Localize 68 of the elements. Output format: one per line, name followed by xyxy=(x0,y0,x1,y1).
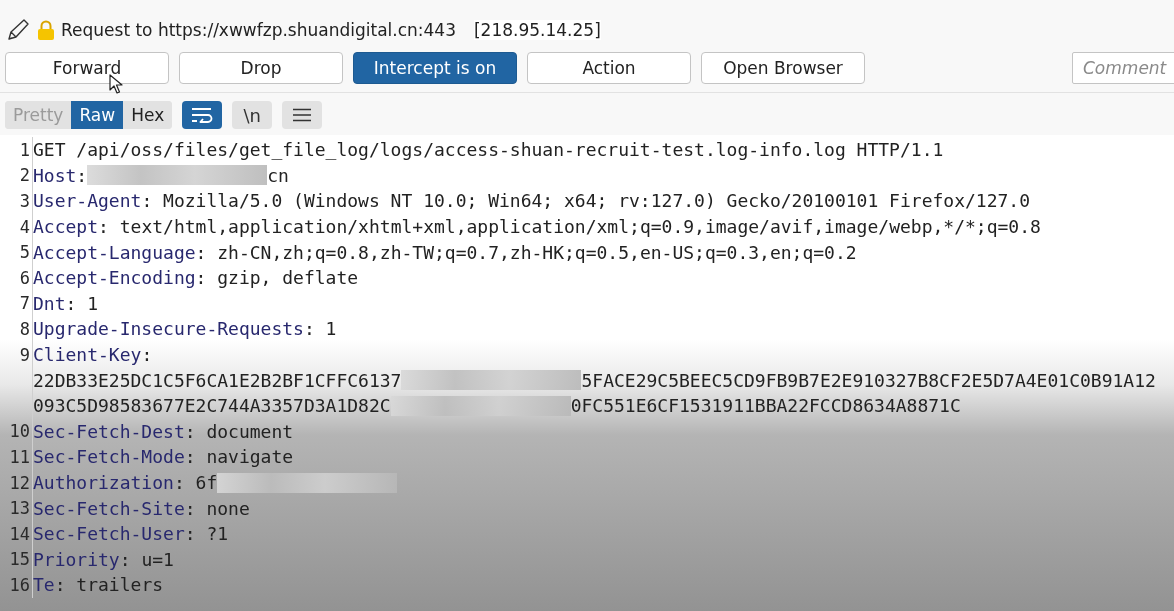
line-number: 1 xyxy=(19,139,30,160)
header-name: Client-Key xyxy=(33,344,142,366)
request-title: Request to https://xwwfzp.shuandigital.cn:443 xyxy=(61,20,456,40)
header-name: Upgrade-Insecure-Requests xyxy=(33,318,304,340)
line-number: 5 xyxy=(19,242,30,263)
line-number: 10 xyxy=(9,421,30,442)
ip-address: [218.95.14.25] xyxy=(473,20,601,40)
newline-toggle[interactable]: \n xyxy=(232,101,273,129)
code-text: : u=1 xyxy=(119,548,174,570)
line-number: 12 xyxy=(9,472,30,493)
header-name: Te xyxy=(33,574,55,596)
action-button[interactable]: Action xyxy=(527,52,691,84)
view-tab[interactable]: Raw xyxy=(71,101,124,129)
header-name: Sec-Fetch-Mode xyxy=(33,446,185,468)
code-text: GET /api/oss/files/get_file_log/logs/access-shuan-recruit-test.log-info.log HTTP/1.1 xyxy=(33,139,944,161)
code-text: : 6f xyxy=(173,472,218,493)
code-text: : navigate xyxy=(184,446,294,468)
code-text: 22DB33E25DC1C5F6CA1E2B2BF1CFFC6137 xyxy=(33,369,402,391)
header-name: Dnt xyxy=(33,292,66,314)
header-name: Priority xyxy=(33,548,120,570)
code-text: : 1 xyxy=(65,292,99,314)
header-name: Sec-Fetch-Site xyxy=(33,497,185,519)
line-number: 3 xyxy=(19,191,30,211)
code-text: : 1 xyxy=(303,318,337,340)
header-name: Accept-Language xyxy=(33,241,196,263)
action-button[interactable]: Forward xyxy=(5,52,169,84)
code-text: 5FACE29C5BEEC5CD9FB9B7E2E910327B8CF2E5D7A4E01C0B91A12 xyxy=(581,369,1156,391)
line-number: 13 xyxy=(9,498,30,519)
line-number: 11 xyxy=(9,446,30,467)
line-number: 16 xyxy=(9,574,30,595)
code-text: : gzip, deflate xyxy=(195,267,359,289)
action-button[interactable]: Drop xyxy=(179,52,343,84)
line-number: 9 xyxy=(19,344,30,365)
comment-field[interactable]: Comment xyxy=(1072,52,1174,84)
line-number: 15 xyxy=(9,549,30,570)
header-name: Authorization xyxy=(33,472,174,493)
header-name: Accept-Encoding xyxy=(33,267,196,289)
code-text: 093C5D98583677E2C744A3357D3A1D82C xyxy=(33,395,391,417)
code-text: : document xyxy=(184,420,294,442)
line-number: 14 xyxy=(9,523,30,544)
line-number: 2 xyxy=(19,165,30,186)
line-number: 6 xyxy=(19,267,30,288)
code-text: : xyxy=(141,344,153,366)
code-text: 0FC551E6CF1531911BBA22FCCD8634A8871C xyxy=(570,395,961,417)
lock-icon xyxy=(37,19,55,41)
intercept-toggle[interactable]: Intercept is on xyxy=(353,52,517,84)
line-number: 7 xyxy=(19,293,30,314)
wrap-lines-icon xyxy=(191,107,214,123)
header-name: Accept xyxy=(33,216,99,238)
pencil-icon xyxy=(5,17,31,43)
menu-button[interactable] xyxy=(282,101,323,129)
code-text: : text/html,application/xhtml+xml,application/xml;q=0.9,image/avif,image/webp,*/*;q=0.8 xyxy=(98,216,1041,238)
menu-icon xyxy=(293,108,312,122)
code-text: cn xyxy=(267,164,289,186)
header-name: User-Agent xyxy=(33,190,142,212)
action-button[interactable]: Open Browser xyxy=(701,52,865,84)
line-number: 4 xyxy=(19,216,30,237)
code-text: : trailers xyxy=(54,574,164,596)
code-text: : Mozilla/5.0 (Windows NT 10.0; Win64; x64; rv:127.0) Gecko/20100101 Firefox/127.0 xyxy=(141,190,1030,212)
header-name: Host xyxy=(33,164,77,186)
wrap-toggle[interactable] xyxy=(182,101,223,129)
header-name: Sec-Fetch-User xyxy=(33,523,185,545)
code-text: : none xyxy=(184,497,250,519)
code-text: : xyxy=(76,164,88,186)
header-name: Sec-Fetch-Dest xyxy=(33,420,185,442)
code-text: : zh-CN,zh;q=0.8,zh-TW;q=0.7,zh-HK;q=0.5,en-US;q=0.3,en;q=0.2 xyxy=(195,241,857,263)
code-text: : ?1 xyxy=(184,523,229,545)
line-number: 8 xyxy=(19,318,30,339)
